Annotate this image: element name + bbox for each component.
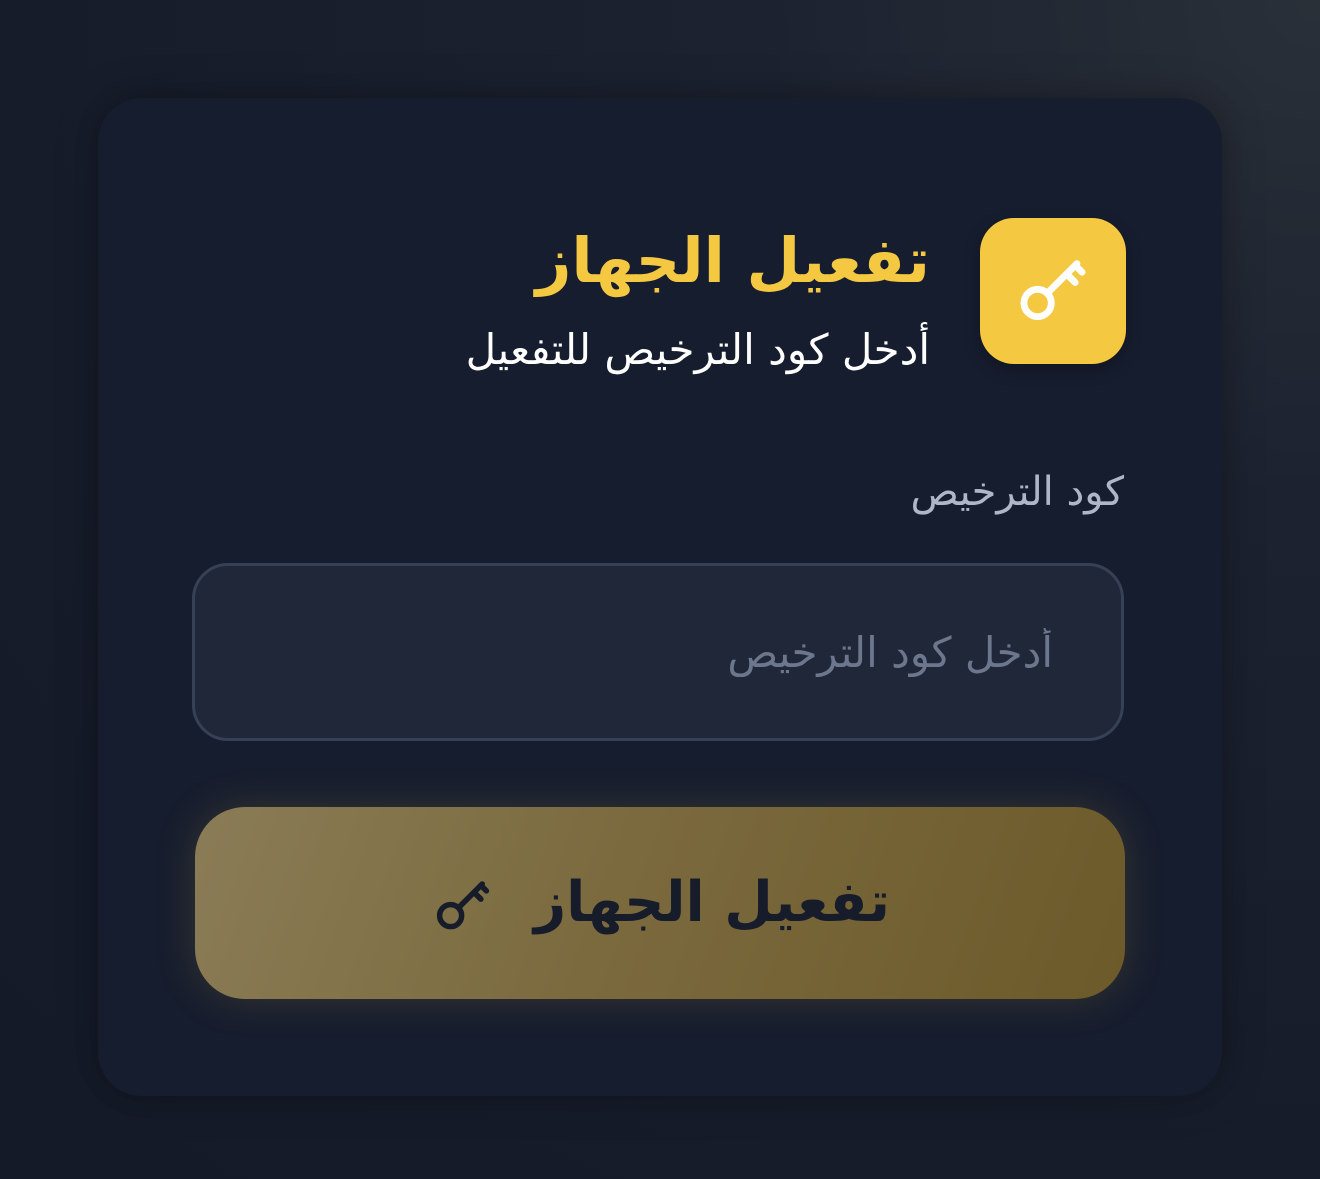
page-title: تفعيل الجهاز [535, 224, 930, 297]
activate-button-label: تفعيل الجهاز [533, 870, 891, 935]
header-text: تفعيل الجهاز أدخل كود الترخيص للتفعيل [466, 218, 930, 380]
license-code-input[interactable] [192, 563, 1124, 741]
card-header: تفعيل الجهاز أدخل كود الترخيص للتفعيل [466, 218, 1126, 380]
license-code-label: كود الترخيص [910, 469, 1124, 515]
page-subtitle: أدخل كود الترخيص للتفعيل [465, 325, 930, 374]
activation-card: تفعيل الجهاز أدخل كود الترخيص للتفعيل كو… [98, 98, 1222, 1096]
key-icon [430, 873, 496, 939]
key-icon [1020, 260, 1086, 321]
key-icon-tile [980, 218, 1126, 364]
activate-device-button[interactable]: تفعيل الجهاز [195, 807, 1125, 999]
